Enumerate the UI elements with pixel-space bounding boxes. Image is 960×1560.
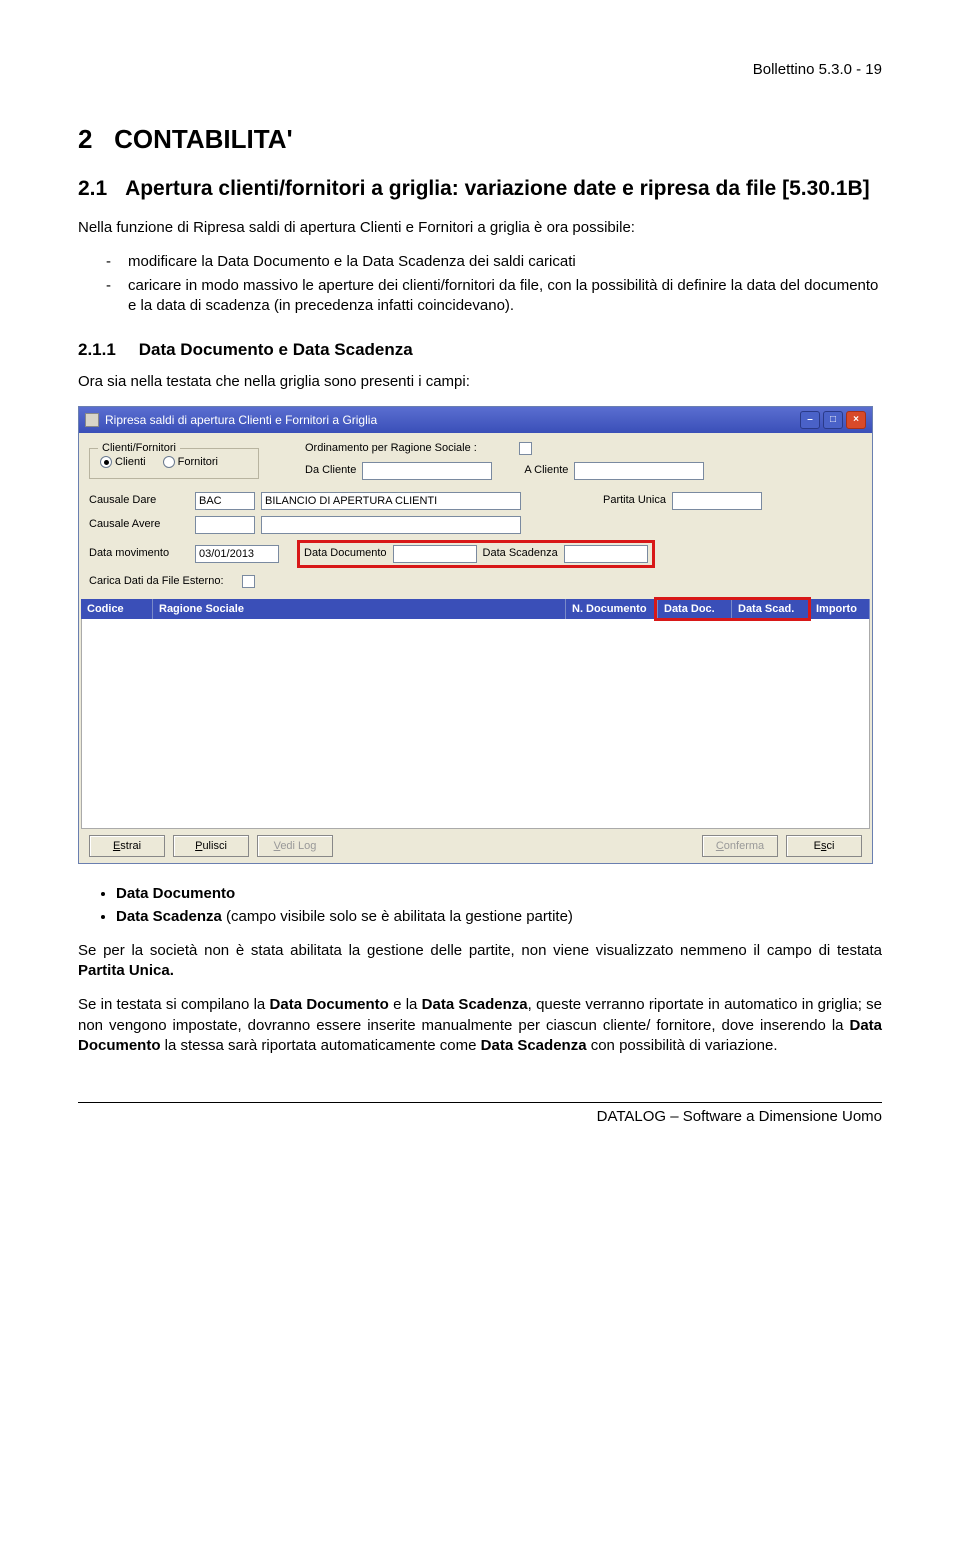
list-note: (campo visibile solo se è abilitata la g…: [222, 908, 573, 925]
intro-paragraph: Nella funzione di Ripresa saldi di apert…: [78, 218, 882, 238]
col-codice[interactable]: Codice: [81, 599, 153, 620]
radio-clienti[interactable]: [100, 456, 112, 468]
col-data-scad[interactable]: Data Scad.: [732, 599, 810, 620]
minimize-button[interactable]: –: [800, 411, 820, 429]
h3-intro: Ora sia nella testata che nella griglia …: [78, 372, 882, 392]
da-cliente-label: Da Cliente: [305, 463, 356, 478]
section-title: CONTABILITA': [114, 124, 293, 154]
app-window: Ripresa saldi di apertura Clienti e Forn…: [78, 406, 873, 865]
subsection-title: Apertura clienti/fornitori a griglia: va…: [125, 177, 870, 200]
bold-text: Partita Unica.: [78, 962, 174, 979]
vedilog-label: edi Log: [280, 840, 316, 852]
radio-fornitori-label: Fornitori: [178, 456, 218, 468]
col-data-scad-label: Data Scad.: [738, 603, 794, 615]
subsubsection-title: Data Documento e Data Scadenza: [139, 340, 413, 359]
carica-dati-label: Carica Dati da File Esterno:: [89, 574, 224, 589]
para-text: Se in testata si compilano la Data Docum…: [78, 996, 882, 1054]
radio-clienti-label: Clienti: [115, 456, 146, 468]
subsubsection-heading: 2.1.1 Data Documento e Data Scadenza: [78, 339, 882, 362]
causale-dare-desc[interactable]: BILANCIO DI APERTURA CLIENTI: [261, 492, 521, 510]
col-data-doc-label: Data Doc.: [664, 603, 715, 615]
conferma-label: onferma: [724, 840, 764, 852]
vedilog-button[interactable]: Vedi Log: [257, 835, 333, 857]
estrai-button[interactable]: Estrai: [89, 835, 165, 857]
list-item: modificare la Data Documento e la Data S…: [106, 252, 882, 272]
ordinamento-label: Ordinamento per Ragione Sociale :: [305, 441, 477, 456]
para-text: Se per la società non è stata abilitata …: [78, 942, 882, 959]
estrai-label: strai: [120, 840, 141, 852]
data-grid: Codice Ragione Sociale N. Documento Data…: [79, 599, 872, 830]
titlebar: Ripresa saldi di apertura Clienti e Forn…: [79, 407, 872, 433]
causale-dare-input[interactable]: BAC: [195, 492, 255, 510]
window-title: Ripresa saldi di apertura Clienti e Forn…: [105, 412, 377, 428]
ordinamento-checkbox[interactable]: [519, 442, 532, 455]
pulisci-label: ulisci: [202, 840, 226, 852]
esci-label: ci: [826, 840, 834, 852]
data-movimento-label: Data movimento: [89, 546, 189, 561]
radio-fornitori[interactable]: [163, 456, 175, 468]
pulisci-button[interactable]: Pulisci: [173, 835, 249, 857]
bold-label: Data Scadenza: [116, 908, 222, 925]
conferma-button[interactable]: Conferma: [702, 835, 778, 857]
bold-label: Data Documento: [116, 885, 235, 902]
data-scadenza-label: Data Scadenza: [483, 546, 558, 561]
data-scadenza-input[interactable]: [564, 545, 648, 563]
da-cliente-input[interactable]: [362, 462, 492, 480]
section-heading: 2 CONTABILITA': [78, 122, 882, 157]
col-ragione-sociale[interactable]: Ragione Sociale: [153, 599, 566, 620]
close-button[interactable]: ×: [846, 411, 866, 429]
data-documento-input[interactable]: [393, 545, 477, 563]
partita-unica-input[interactable]: [672, 492, 762, 510]
partita-unica-label: Partita Unica: [603, 493, 666, 508]
data-documento-label: Data Documento: [304, 546, 387, 561]
data-movimento-input[interactable]: 03/01/2013: [195, 545, 279, 563]
list-item: Data Documento: [116, 884, 882, 904]
maximize-button[interactable]: □: [823, 411, 843, 429]
paragraph: Se in testata si compilano la Data Docum…: [78, 995, 882, 1056]
causale-avere-input[interactable]: [195, 516, 255, 534]
esci-button[interactable]: Esci: [786, 835, 862, 857]
causale-avere-label: Causale Avere: [89, 517, 189, 532]
grid-body[interactable]: [81, 619, 870, 829]
causale-dare-label: Causale Dare: [89, 493, 189, 508]
list-item: Data Scadenza (campo visibile solo se è …: [116, 907, 882, 927]
subsubsection-number: 2.1.1: [78, 339, 134, 362]
col-data-doc[interactable]: Data Doc.: [658, 599, 732, 620]
section-number: 2: [78, 124, 92, 154]
subsection-number: 2.1: [78, 175, 120, 203]
clienti-fornitori-group: Clienti/Fornitori Clienti Fornitori: [89, 448, 259, 479]
highlighted-date-fields: Data Documento Data Scadenza: [297, 540, 655, 568]
col-importo[interactable]: Importo: [810, 599, 870, 620]
paragraph: Se per la società non è stata abilitata …: [78, 941, 882, 982]
window-icon: [85, 413, 99, 427]
page-header-right: Bollettino 5.3.0 - 19: [78, 60, 882, 80]
bullet-list: Data Documento Data Scadenza (campo visi…: [78, 884, 882, 927]
carica-dati-checkbox[interactable]: [242, 575, 255, 588]
group-label: Clienti/Fornitori: [98, 441, 180, 456]
dash-list: modificare la Data Documento e la Data S…: [78, 252, 882, 317]
a-cliente-input[interactable]: [574, 462, 704, 480]
list-item: caricare in modo massivo le aperture dei…: [106, 276, 882, 317]
page-footer: DATALOG – Software a Dimensione Uomo: [78, 1102, 882, 1127]
causale-avere-desc[interactable]: [261, 516, 521, 534]
a-cliente-label: A Cliente: [524, 463, 568, 478]
col-n-documento[interactable]: N. Documento: [566, 599, 658, 620]
subsection-heading: 2.1 Apertura clienti/fornitori a griglia…: [78, 175, 882, 203]
